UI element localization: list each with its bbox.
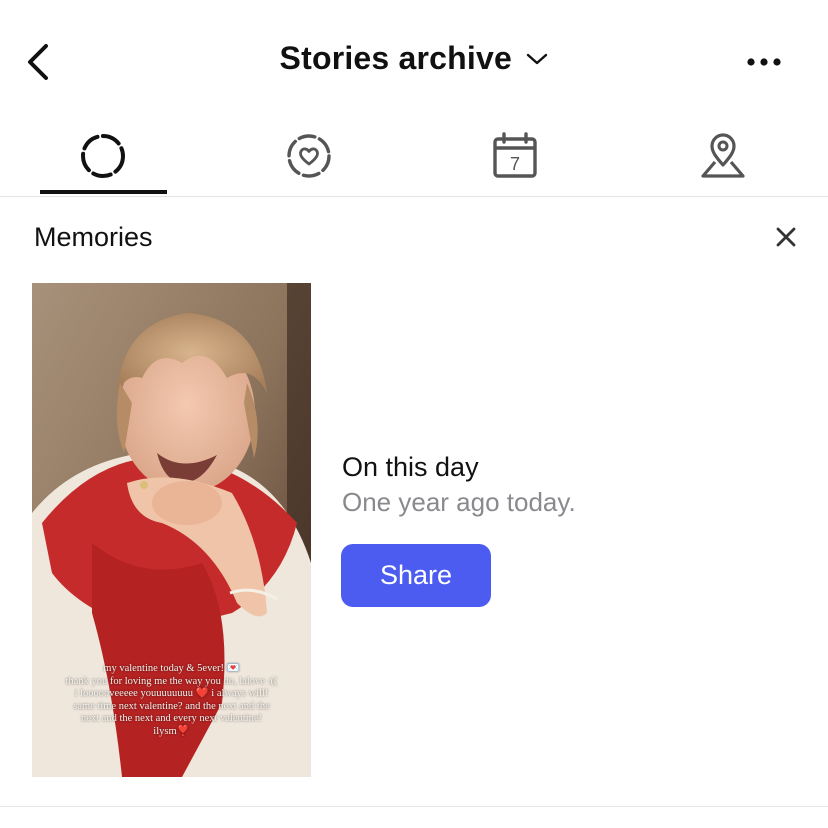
tab-highlights[interactable] [229, 118, 389, 194]
close-memories-button[interactable] [772, 223, 800, 251]
top-bar: Stories archive [0, 0, 828, 118]
more-horizontal-icon [747, 58, 781, 66]
heart-ring-icon [287, 134, 331, 178]
active-tab-indicator [40, 190, 167, 194]
tab-stories[interactable] [23, 118, 183, 194]
calendar-icon: 7 [493, 132, 537, 178]
memory-subheading: One year ago today. [342, 487, 576, 517]
title-dropdown[interactable]: Stories archive [0, 40, 828, 84]
archive-tabs: 7 [0, 118, 828, 197]
more-options-button[interactable] [742, 46, 786, 78]
memory-story-thumbnail[interactable]: my valentine today & 5ever! 💌 thank you … [32, 283, 311, 777]
tab-calendar[interactable]: 7 [435, 118, 595, 194]
story-caption: my valentine today & 5ever! 💌 thank you … [65, 663, 278, 737]
share-button[interactable]: Share [341, 544, 491, 607]
memories-title: Memories [34, 222, 153, 252]
divider [0, 806, 828, 807]
memory-heading: On this day [342, 452, 479, 482]
location-pin-icon [701, 133, 745, 178]
tab-map[interactable] [643, 118, 803, 194]
close-icon [776, 227, 796, 247]
chevron-down-icon [527, 53, 548, 64]
stories-ring-icon [81, 134, 125, 178]
page-title: Stories archive [279, 40, 512, 76]
calendar-day-label: 7 [510, 154, 520, 174]
